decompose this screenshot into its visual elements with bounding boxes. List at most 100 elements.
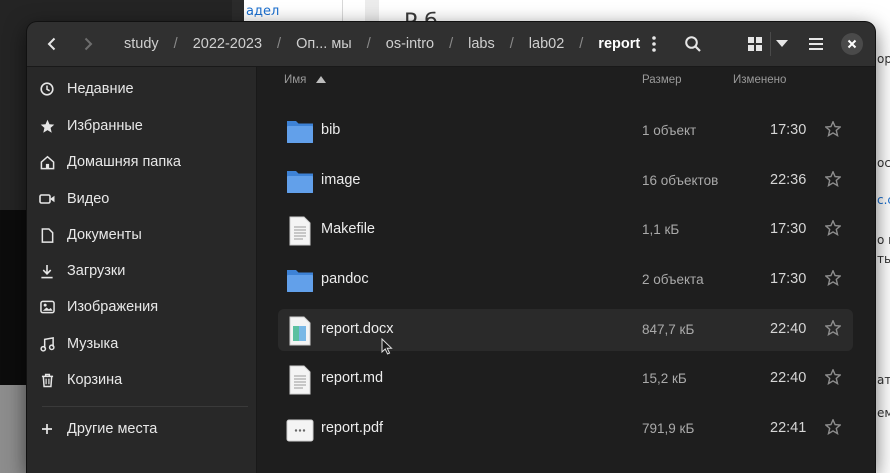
file-row[interactable]: report.md 15,2 кБ 22:40 — [278, 358, 853, 400]
background-text-5: ать — [877, 373, 890, 387]
sidebar-item-starred[interactable]: Избранные — [27, 108, 256, 144]
sidebar-item-label: Изображения — [67, 299, 159, 315]
text-file-icon — [286, 365, 314, 400]
breadcrumb-os-intro[interactable]: os-intro — [384, 36, 436, 52]
sidebar-item-other-places[interactable]: Другие места — [27, 411, 256, 447]
sidebar-item-label: Загрузки — [67, 263, 126, 279]
background-text-1: ори — [877, 52, 890, 66]
background-text-3[interactable]: с.со — [877, 193, 890, 207]
trash-icon — [27, 373, 67, 388]
background-text-4: о и — [877, 233, 890, 247]
file-name: pandoc — [321, 271, 369, 287]
grid-view-icon — [748, 37, 762, 51]
file-size: 2 объекта — [642, 272, 704, 287]
file-modified: 22:36 — [770, 172, 807, 188]
sidebar-item-documents[interactable]: Документы — [27, 217, 256, 253]
sidebar-item-trash[interactable]: Корзина — [27, 362, 256, 398]
file-name: report.md — [321, 370, 384, 386]
star-toggle-icon[interactable] — [824, 418, 842, 440]
mouse-cursor-icon — [381, 338, 393, 355]
file-manager-window: study / 2022-2023 / Оп... мы / os-intro … — [27, 22, 875, 473]
file-modified: 17:30 — [770, 271, 807, 287]
background-column — [365, 0, 379, 22]
image-icon — [27, 300, 67, 314]
file-size: 15,2 кБ — [642, 371, 687, 386]
sidebar-item-recent[interactable]: Недавние — [27, 71, 256, 107]
search-icon — [685, 36, 701, 52]
breadcrumb-study[interactable]: study — [122, 36, 161, 52]
background-link[interactable]: адел — [246, 4, 279, 19]
sidebar-item-downloads[interactable]: Загрузки — [27, 253, 256, 289]
file-name: bib — [321, 122, 341, 138]
forward-button[interactable] — [73, 30, 103, 58]
column-header-size[interactable]: Размер — [642, 74, 682, 86]
close-button[interactable] — [841, 33, 863, 55]
star-toggle-icon[interactable] — [824, 368, 842, 390]
file-name: report.docx — [321, 321, 394, 337]
file-modified: 22:40 — [770, 370, 807, 386]
sidebar-item-label: Избранные — [67, 118, 143, 134]
sidebar-item-label: Видео — [67, 191, 110, 207]
search-button[interactable] — [677, 30, 709, 58]
sidebar-item-label: Другие места — [67, 421, 158, 437]
music-icon — [27, 336, 67, 352]
sidebar-item-label: Музыка — [67, 336, 119, 352]
plus-icon — [27, 423, 67, 435]
column-header-modified[interactable]: Изменено — [733, 74, 786, 86]
file-size: 1,1 кБ — [642, 222, 680, 237]
file-size: 791,9 кБ — [642, 421, 695, 436]
file-row[interactable]: bib 1 объект 17:30 — [278, 110, 853, 152]
file-row[interactable]: report.docx 847,7 кБ 22:40 — [278, 309, 853, 351]
path-menu-button[interactable] — [643, 30, 665, 58]
background-text-4b: ть — [877, 252, 890, 266]
grid-view-button[interactable] — [743, 30, 767, 58]
chevron-right-icon — [84, 37, 93, 51]
sidebar-item-pictures[interactable]: Изображения — [27, 289, 256, 325]
view-options-dropdown[interactable] — [773, 30, 791, 58]
main-menu-button[interactable] — [803, 30, 829, 58]
sidebar: Недавние Избранные Домашняя папка Видео … — [27, 67, 257, 473]
file-row[interactable]: pandoc 2 объекта 17:30 — [278, 259, 853, 301]
video-icon — [27, 193, 67, 205]
file-size: 16 объектов — [642, 173, 719, 188]
background-text-2: ост — [877, 156, 890, 170]
star-toggle-icon[interactable] — [824, 269, 842, 291]
folder-icon — [286, 167, 314, 200]
star-toggle-icon[interactable] — [824, 120, 842, 142]
home-icon — [27, 155, 67, 170]
star-toggle-icon[interactable] — [824, 319, 842, 341]
document-icon — [27, 227, 67, 243]
column-header-name[interactable]: Имя — [284, 74, 326, 86]
sidebar-item-home[interactable]: Домашняя папка — [27, 144, 256, 180]
folder-icon — [286, 117, 314, 150]
breadcrumb-labs[interactable]: labs — [466, 36, 497, 52]
breadcrumb-lab02[interactable]: lab02 — [527, 36, 566, 52]
star-toggle-icon[interactable] — [824, 170, 842, 192]
hamburger-menu-icon — [809, 38, 823, 50]
chevron-down-icon — [776, 40, 788, 47]
close-icon — [847, 39, 857, 49]
file-name: Makefile — [321, 221, 375, 237]
breadcrumb-2022-2023[interactable]: 2022-2023 — [191, 36, 264, 52]
breadcrumb: study / 2022-2023 / Оп... мы / os-intro … — [122, 36, 642, 52]
file-modified: 17:30 — [770, 122, 807, 138]
breadcrumb-report[interactable]: report — [596, 36, 642, 52]
sidebar-item-label: Корзина — [67, 372, 123, 388]
sidebar-divider — [42, 406, 248, 407]
sidebar-item-videos[interactable]: Видео — [27, 181, 256, 217]
download-icon — [27, 264, 67, 279]
file-row[interactable]: image 16 объектов 22:36 — [278, 160, 853, 202]
file-row[interactable]: Makefile 1,1 кБ 17:30 — [278, 209, 853, 251]
star-toggle-icon[interactable] — [824, 219, 842, 241]
file-name: report.pdf — [321, 420, 384, 436]
background-divider — [342, 0, 343, 22]
file-list: Имя Размер Изменено bib 1 объект 17:30 i… — [257, 67, 875, 473]
star-icon — [27, 119, 67, 134]
header-bar: study / 2022-2023 / Оп... мы / os-intro … — [27, 22, 875, 67]
sidebar-item-label: Домашняя папка — [67, 154, 181, 170]
background-text-6: ем — [877, 406, 890, 420]
file-row[interactable]: report.pdf 791,9 кБ 22:41 — [278, 408, 853, 450]
breadcrumb-course[interactable]: Оп... мы — [294, 36, 354, 52]
back-button[interactable] — [37, 30, 67, 58]
sidebar-item-music[interactable]: Музыка — [27, 326, 256, 362]
